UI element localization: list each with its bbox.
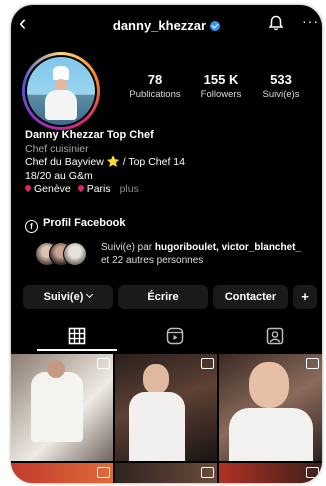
more-icon[interactable]: ···: [302, 13, 319, 29]
profile-tabs: [11, 322, 322, 352]
post-thumbnail[interactable]: [11, 354, 113, 461]
username-text: danny_khezzar: [112, 18, 207, 33]
profile-screen: ‹ danny_khezzar ··· 78 Publications 155 …: [11, 5, 322, 483]
reel-badge-icon: [201, 358, 214, 369]
post-thumbnail[interactable]: [115, 354, 217, 461]
stat-publications[interactable]: 78 Publications: [120, 72, 190, 100]
pin-icon: [76, 184, 85, 193]
bio: Danny Khezzar Top Chef Chef cuisinier Ch…: [23, 129, 315, 197]
chevron-down-icon: [86, 290, 94, 299]
avatar[interactable]: [22, 52, 100, 130]
post-thumbnail[interactable]: [219, 463, 322, 483]
reel-badge-icon: [97, 358, 110, 369]
reel-badge-icon: [306, 467, 319, 478]
tagged-icon[interactable]: [265, 326, 285, 346]
reel-badge-icon: [97, 467, 110, 478]
reel-badge-icon: [306, 358, 319, 369]
bell-icon[interactable]: [269, 15, 283, 31]
location-line: Genève Paris plus: [23, 183, 315, 197]
verified-badge-icon: [210, 21, 221, 31]
message-button[interactable]: Écrire: [118, 285, 208, 309]
top-bar: ‹ danny_khezzar ···: [11, 5, 322, 43]
facebook-profile-link[interactable]: f Profil Facebook: [25, 217, 126, 233]
add-user-icon[interactable]: +: [293, 285, 317, 309]
profile-actions: Suivi(e) Écrire Contacter +: [23, 285, 317, 309]
facebook-icon: f: [25, 220, 38, 233]
post-thumbnail[interactable]: [219, 354, 322, 461]
follower-avatar: [63, 242, 87, 266]
pin-icon: [23, 184, 33, 193]
contact-button[interactable]: Contacter: [213, 285, 288, 309]
post-thumbnail[interactable]: [11, 463, 113, 483]
reels-icon[interactable]: [165, 326, 185, 346]
category-label: Chef cuisinier: [25, 142, 89, 155]
display-name: Danny Khezzar Top Chef: [25, 129, 154, 141]
bio-line: 18/20 au G&m: [25, 169, 93, 182]
more-link[interactable]: plus: [120, 183, 139, 195]
bio-line: Chef du Bayview ⭐ / Top Chef 14: [25, 156, 185, 169]
followed-by[interactable]: Suivi(e) par hugoriboulet, victor_blanch…: [25, 240, 315, 270]
reel-badge-icon: [201, 467, 214, 478]
stat-following[interactable]: 533 Suivi(e)s: [246, 72, 316, 100]
post-thumbnail[interactable]: [115, 463, 217, 483]
active-tab-indicator: [37, 349, 117, 351]
following-button[interactable]: Suivi(e): [23, 285, 113, 309]
grid-icon[interactable]: [67, 326, 87, 346]
